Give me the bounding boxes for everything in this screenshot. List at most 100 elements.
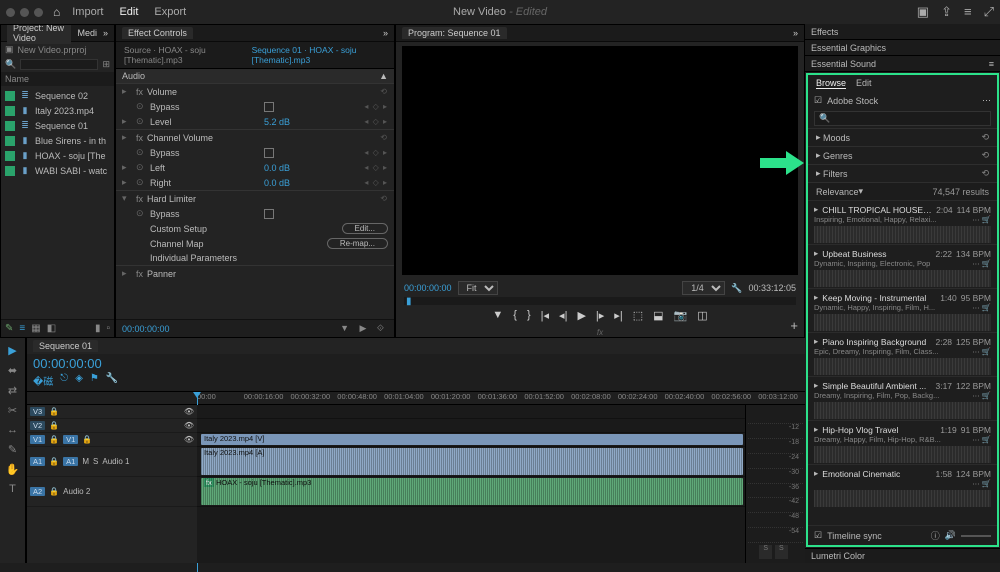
video-viewer[interactable] [402, 46, 798, 275]
wrench-icon[interactable]: 🔧 [106, 373, 118, 388]
timeline-timecode[interactable]: 00:00:00:00 [33, 356, 102, 371]
bypass-checkbox[interactable] [264, 102, 274, 112]
effects-panel-tab[interactable]: Effects [805, 24, 1000, 40]
selection-tool-icon[interactable]: ▶ [8, 344, 16, 357]
list-item[interactable]: ▮WABI SABI - watc [1, 163, 114, 178]
quick-export-icon[interactable]: ▣ [917, 4, 929, 20]
effect-controls-tab[interactable]: Effect Controls [122, 27, 193, 39]
mark-in-icon[interactable]: { [513, 309, 517, 322]
workspaces-icon[interactable]: ≡ [964, 4, 972, 20]
compare-icon[interactable]: ◫ [697, 309, 707, 322]
right-value[interactable]: 0.0 dB [264, 178, 314, 188]
type-tool-icon[interactable]: T [9, 483, 16, 495]
moods-facet[interactable]: ▸ Moods⟲ [808, 128, 997, 146]
play-icon[interactable]: ▶ [577, 309, 585, 322]
wrench-icon[interactable]: 🔧 [731, 283, 742, 294]
stock-checkbox[interactable]: ☑ [814, 95, 822, 106]
stock-track[interactable]: ▸Emotional Cinematic1:58124 BPM ⋯ 🛒 [808, 464, 997, 508]
sequence-clip-tab[interactable]: Sequence 01 · HOAX - soju [Thematic].mp3 [248, 44, 390, 66]
zoom-select[interactable]: Fit [458, 281, 498, 295]
stock-track[interactable]: ▸Keep Moving - Instrumental1:4095 BPM Dy… [808, 288, 997, 332]
lift-icon[interactable]: ⬚ [633, 309, 643, 322]
essential-graphics-tab[interactable]: Essential Graphics [805, 40, 1000, 56]
resolution-select[interactable]: 1/4 [682, 281, 725, 295]
remap-button[interactable]: Re-map... [327, 238, 388, 249]
mark-out-icon[interactable]: } [527, 309, 531, 322]
column-header[interactable]: Name [1, 72, 114, 86]
go-out-icon[interactable]: ▸| [614, 309, 622, 322]
extract-icon[interactable]: ⬓ [653, 309, 663, 322]
essential-sound-tab[interactable]: Essential Sound [811, 59, 876, 69]
media-tab[interactable]: Medi [77, 28, 97, 38]
timeline-lanes[interactable]: Italy 2023.mp4 [V] Italy 2023.mp4 [A] fx… [197, 405, 745, 563]
linked-icon[interactable]: ⎋ [60, 373, 68, 388]
audio-clip[interactable]: Italy 2023.mp4 [A] [201, 448, 743, 475]
source-clip-tab[interactable]: Source · HOAX - soju [Thematic].mp3 [120, 44, 244, 66]
bypass-checkbox[interactable] [264, 148, 274, 158]
step-back-icon[interactable]: ◂| [559, 309, 567, 322]
lumetri-color-tab[interactable]: Lumetri Color [805, 548, 1000, 563]
stock-track[interactable]: ▸CHILL TROPICAL HOUSE (...2:04114 BPM In… [808, 200, 997, 244]
sort-select[interactable]: Relevance [816, 187, 859, 197]
export-frame-icon[interactable]: 📷 [674, 309, 688, 322]
share-icon[interactable]: ⇪ [941, 4, 952, 20]
sync-checkbox[interactable]: ☑ [814, 530, 822, 541]
track-select-tool-icon[interactable]: ⬌ [8, 364, 17, 377]
in-timecode[interactable]: 00:00:00:00 [404, 283, 452, 293]
list-item[interactable]: ≣Sequence 01 [1, 118, 114, 133]
pen-icon[interactable]: ✎ [5, 323, 13, 334]
settings-icon[interactable]: ⚑ [90, 373, 99, 388]
left-value[interactable]: 0.0 dB [264, 163, 314, 173]
program-tab[interactable]: Program: Sequence 01 [402, 27, 507, 39]
audio-section[interactable]: Audio [122, 71, 145, 81]
audio-clip[interactable]: fx HOAX - soju [Thematic].mp3 [201, 478, 743, 505]
tab-export[interactable]: Export [154, 6, 186, 18]
time-ruler[interactable]: 00:0000:00:16:0000:00:32:0000:00:48:0000… [27, 391, 805, 405]
step-fwd-icon[interactable]: |▸ [596, 309, 604, 322]
genres-facet[interactable]: ▸ Genres⟲ [808, 146, 997, 164]
stock-menu-icon[interactable]: ⋯ [982, 95, 991, 106]
new-bin-icon[interactable]: ▮ [95, 323, 101, 334]
volume-icon[interactable]: 🔊 [945, 530, 956, 541]
search-icon[interactable]: 🔍 [5, 59, 16, 70]
freeform-icon[interactable]: ▦ [31, 323, 40, 334]
bypass-checkbox[interactable] [264, 209, 274, 219]
list-icon[interactable]: ≡ [19, 323, 25, 334]
eye-icon[interactable]: 👁 [184, 435, 194, 444]
solo-button[interactable]: S [759, 545, 772, 559]
stock-track[interactable]: ▸Hip-Hop Vlog Travel1:1991 BPM Dreamy, H… [808, 420, 997, 464]
track-target[interactable]: V2 [30, 421, 45, 430]
window-controls[interactable] [6, 8, 43, 17]
edit-tab[interactable]: Edit [856, 78, 872, 89]
solo-button[interactable]: S [775, 545, 788, 559]
list-view-icon[interactable]: ⊞ [102, 59, 110, 70]
project-tab[interactable]: Project: New Video [7, 24, 71, 44]
pen-tool-icon[interactable]: ✎ [8, 443, 17, 456]
info-icon[interactable]: ⓘ [931, 529, 940, 542]
list-item[interactable]: ▮Blue Sirens - in th [1, 133, 114, 148]
stock-track[interactable]: ▸Simple Beautiful Ambient ...3:17122 BPM… [808, 376, 997, 420]
hand-tool-icon[interactable]: ✋ [6, 463, 20, 476]
razor-tool-icon[interactable]: ✂ [8, 404, 17, 417]
source-patch[interactable]: A1 [30, 457, 45, 466]
track-target[interactable]: V1 [63, 435, 78, 444]
marker-icon[interactable]: ◈ [75, 373, 83, 388]
sort-icon[interactable]: ◧ [47, 323, 56, 334]
add-marker-icon[interactable]: ▼ [492, 309, 503, 322]
home-icon[interactable]: ⌂ [53, 5, 60, 19]
track-target[interactable]: V3 [30, 407, 45, 416]
fx-timecode[interactable]: 00:00:00:00 [122, 324, 170, 334]
stock-track[interactable]: ▸Piano Inspiring Background2:28125 BPM E… [808, 332, 997, 376]
video-clip[interactable]: Italy 2023.mp4 [V] [201, 434, 743, 445]
list-item[interactable]: ▮HOAX - soju [The [1, 148, 114, 163]
filters-facet[interactable]: ▸ Filters⟲ [808, 164, 997, 182]
ripple-tool-icon[interactable]: ⇄ [8, 384, 17, 397]
search-input[interactable]: 🔍 [814, 111, 991, 126]
eye-icon[interactable]: 👁 [184, 407, 194, 416]
list-item[interactable]: ▮Italy 2023.mp4 [1, 103, 114, 118]
tab-import[interactable]: Import [72, 6, 103, 18]
level-value[interactable]: 5.2 dB [264, 117, 314, 127]
snap-icon[interactable]: �磁 [33, 373, 53, 388]
button-editor-icon[interactable]: + [790, 318, 798, 333]
maximize-icon[interactable]: ⤢ [984, 4, 994, 20]
